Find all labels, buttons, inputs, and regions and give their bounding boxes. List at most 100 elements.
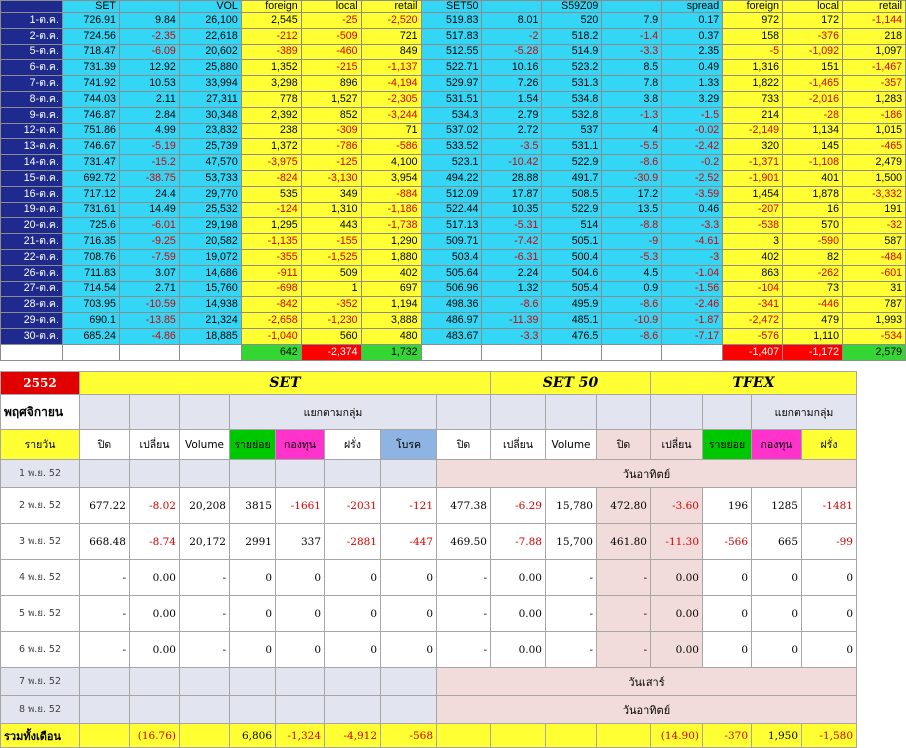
date-cell[interactable]: 27-ต.ค.	[0, 280, 63, 298]
value-cell[interactable]: -6.29	[490, 487, 546, 524]
value-cell[interactable]: 0	[324, 595, 381, 632]
value-cell[interactable]: 0.00	[490, 595, 546, 632]
value-cell[interactable]: 151	[782, 59, 843, 77]
value-cell[interactable]: 746.87	[61, 106, 120, 124]
value-cell[interactable]: -	[596, 631, 651, 668]
value-cell[interactable]: -1,467	[841, 59, 906, 77]
value-cell[interactable]: 15,780	[545, 487, 597, 524]
total-cell[interactable]: -370	[702, 723, 752, 748]
value-cell[interactable]: -	[79, 595, 130, 632]
value-cell[interactable]: 31	[841, 280, 906, 298]
value-cell[interactable]: 0	[380, 631, 437, 668]
value-cell[interactable]: -3.3	[661, 217, 724, 235]
value-cell[interactable]: -460	[300, 43, 362, 61]
header-cell[interactable]: VOL	[178, 0, 242, 13]
total-cell[interactable]	[541, 343, 603, 361]
value-cell[interactable]: 25,880	[178, 59, 242, 77]
value-cell[interactable]: 0.46	[661, 201, 724, 219]
total-cell[interactable]: 1,950	[751, 723, 802, 748]
value-cell[interactable]: 320	[722, 138, 784, 156]
value-cell[interactable]: 0	[380, 595, 437, 632]
value-cell[interactable]: 218	[841, 27, 906, 45]
value-cell[interactable]: 716.35	[61, 233, 120, 250]
value-cell[interactable]: 1.54	[481, 90, 543, 108]
value-cell[interactable]: -3.59	[661, 185, 724, 203]
value-cell[interactable]: 504.6	[541, 264, 603, 282]
cell[interactable]	[490, 394, 546, 430]
value-cell[interactable]: 1,822	[722, 75, 784, 92]
date-cell[interactable]: 15-ต.ค.	[0, 169, 63, 187]
value-cell[interactable]: -538	[722, 217, 784, 235]
value-cell[interactable]: -4.86	[118, 327, 180, 345]
value-cell[interactable]: 20,602	[178, 43, 242, 61]
value-cell[interactable]: 238	[240, 122, 302, 140]
set-title[interactable]: SET	[79, 371, 491, 395]
date-cell[interactable]: 3 พ.ย. 52	[0, 523, 80, 560]
value-cell[interactable]: -5.3	[601, 248, 663, 266]
value-cell[interactable]: -1481	[801, 487, 857, 524]
value-cell[interactable]: 1,283	[841, 90, 906, 108]
value-cell[interactable]: 708.76	[61, 248, 120, 266]
col-close[interactable]: ปิด	[79, 429, 130, 460]
header-cell[interactable]: local	[300, 0, 362, 13]
value-cell[interactable]: -355	[240, 248, 302, 266]
value-cell[interactable]: 0	[275, 595, 325, 632]
value-cell[interactable]: 863	[722, 264, 784, 282]
value-cell[interactable]: 514.9	[541, 43, 603, 61]
value-cell[interactable]: 1,110	[782, 327, 843, 345]
value-cell[interactable]: 2.24	[481, 264, 543, 282]
value-cell[interactable]: 14.49	[118, 201, 180, 219]
header-cell[interactable]: S59Z09	[541, 0, 603, 13]
cell[interactable]	[129, 667, 180, 696]
value-cell[interactable]: 82	[782, 248, 843, 266]
value-cell[interactable]: 20,208	[179, 487, 230, 524]
value-cell[interactable]: -1.5	[661, 106, 724, 124]
value-cell[interactable]: -	[179, 631, 230, 668]
value-cell[interactable]: -	[436, 595, 491, 632]
value-cell[interactable]: 1,993	[841, 312, 906, 329]
value-cell[interactable]: 30,348	[178, 106, 242, 124]
value-cell[interactable]: 0.37	[661, 27, 724, 45]
value-cell[interactable]: 443	[300, 217, 362, 235]
value-cell[interactable]: 560	[300, 327, 362, 345]
value-cell[interactable]: -534	[841, 327, 906, 345]
value-cell[interactable]: 476.5	[541, 327, 603, 345]
value-cell[interactable]: 27,311	[178, 90, 242, 108]
value-cell[interactable]: -9.25	[118, 233, 180, 250]
value-cell[interactable]: 10.16	[481, 59, 543, 77]
value-cell[interactable]: 697	[360, 280, 422, 298]
value-cell[interactable]: 1,316	[722, 59, 784, 77]
value-cell[interactable]: -586	[360, 138, 422, 156]
col-close[interactable]: ปิด	[596, 429, 651, 460]
date-cell[interactable]: 5-ต.ค.	[0, 43, 63, 61]
value-cell[interactable]: -104	[722, 280, 784, 298]
value-cell[interactable]: 26,100	[178, 12, 242, 29]
value-cell[interactable]: -1,186	[360, 201, 422, 219]
value-cell[interactable]: 751.86	[61, 122, 120, 140]
value-cell[interactable]: 25,532	[178, 201, 242, 219]
value-cell[interactable]: -5.28	[481, 43, 543, 61]
value-cell[interactable]: 503.4	[420, 248, 483, 266]
value-cell[interactable]: 1,878	[782, 185, 843, 203]
value-cell[interactable]: 534.3	[420, 106, 483, 124]
value-cell[interactable]: 29,770	[178, 185, 242, 203]
value-cell[interactable]: -4.61	[661, 233, 724, 250]
date-cell[interactable]: 26-ต.ค.	[0, 264, 63, 282]
value-cell[interactable]: -9	[601, 233, 663, 250]
value-cell[interactable]: 461.80	[596, 523, 651, 560]
value-cell[interactable]: 19,072	[178, 248, 242, 266]
value-cell[interactable]: 531.3	[541, 75, 603, 92]
value-cell[interactable]: -0.02	[661, 122, 724, 140]
value-cell[interactable]: 158	[722, 27, 784, 45]
value-cell[interactable]: 3815	[229, 487, 276, 524]
value-cell[interactable]: 531.51	[420, 90, 483, 108]
cell[interactable]	[275, 459, 325, 488]
value-cell[interactable]: 1,372	[240, 138, 302, 156]
value-cell[interactable]: 741.92	[61, 75, 120, 92]
value-cell[interactable]: -262	[782, 264, 843, 282]
value-cell[interactable]: 14,686	[178, 264, 242, 282]
value-cell[interactable]: 479	[782, 312, 843, 329]
value-cell[interactable]: -1,738	[360, 217, 422, 235]
value-cell[interactable]: 22,618	[178, 27, 242, 45]
value-cell[interactable]: -1.04	[661, 264, 724, 282]
